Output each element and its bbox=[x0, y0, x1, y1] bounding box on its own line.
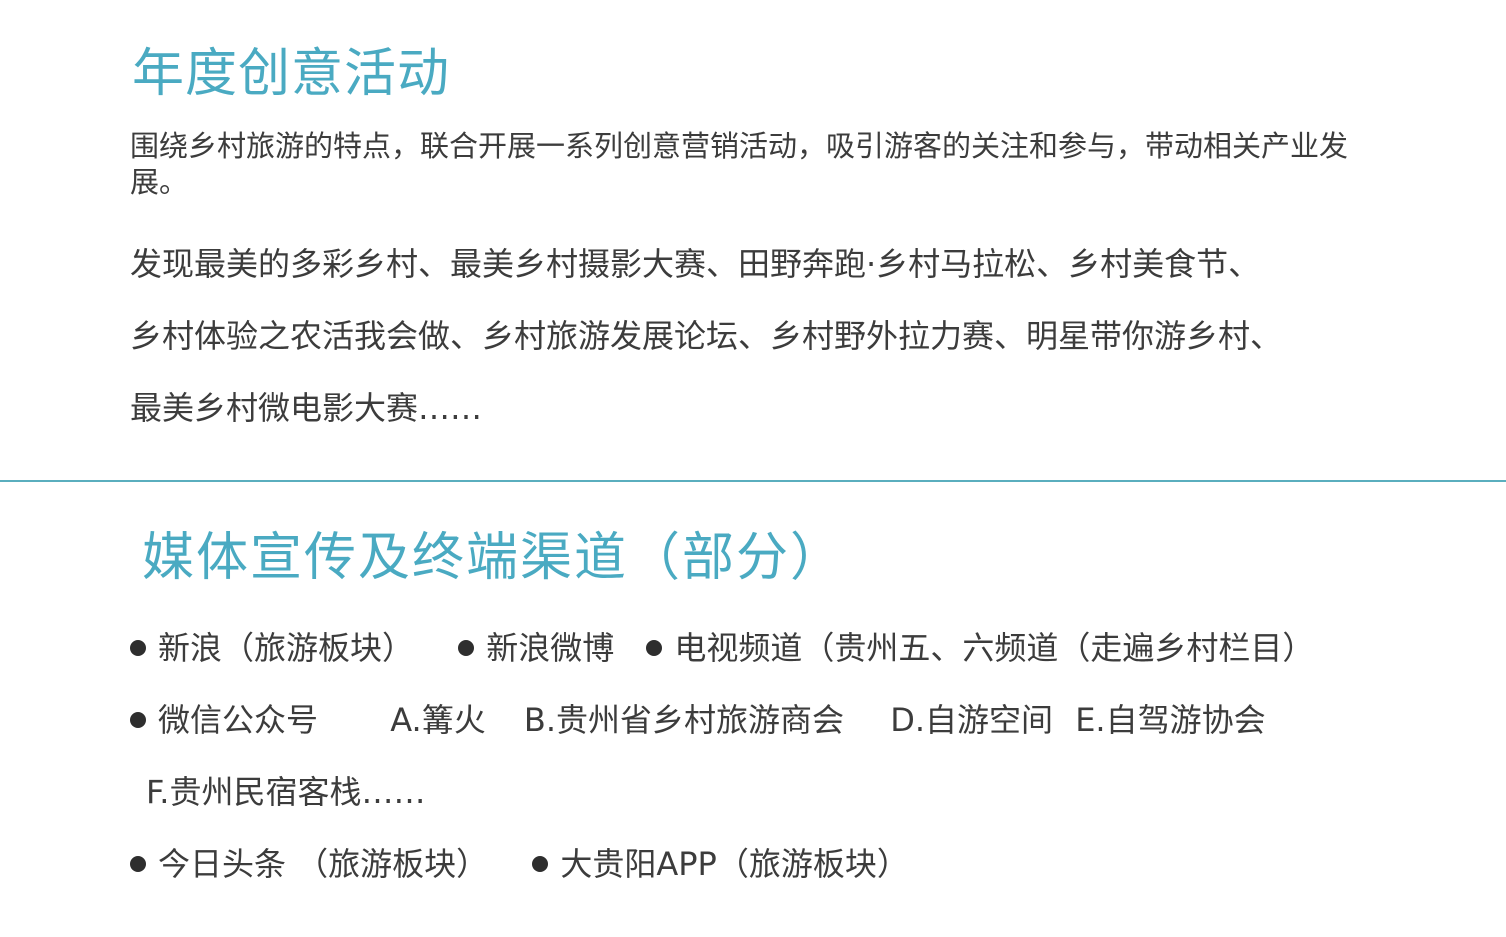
channel-weibo: 新浪微博 bbox=[486, 629, 615, 667]
channel-list-line: F.贵州民宿客栈…… bbox=[146, 772, 425, 812]
bullet-icon bbox=[130, 712, 146, 728]
wechat-account-a: A.篝火 bbox=[390, 701, 486, 739]
channel-toutiao: 今日头条 （旅游板块） bbox=[158, 845, 489, 883]
bullet-icon bbox=[532, 856, 549, 872]
event-list-line: 乡村体验之农活我会做、乡村旅游发展论坛、乡村野外拉力赛、明星带你游乡村、 bbox=[130, 317, 1283, 355]
event-list-line: 最美乡村微电影大赛…… bbox=[130, 389, 483, 427]
media-channels-title: 媒体宣传及终端渠道（部分） bbox=[142, 528, 845, 588]
annual-activities-intro: 围绕乡村旅游的特点，联合开展一系列创意营销活动，吸引游客的关注和参与，带动相关产… bbox=[130, 129, 1349, 199]
channel-list-line: 今日头条 （旅游板块） 大贵阳APP（旅游板块） bbox=[130, 844, 909, 884]
event-list-line: 发现最美的多彩乡村、最美乡村摄影大赛、田野奔跑·乡村马拉松、乡村美食节、 bbox=[130, 245, 1261, 283]
bullet-icon bbox=[458, 640, 475, 656]
bullet-icon bbox=[130, 856, 146, 872]
wechat-account-d: D.自游空间 bbox=[890, 701, 1054, 739]
channel-list-line: 新浪（旅游板块） 新浪微博 电视频道（贵州五、六频道（走遍乡村栏目） bbox=[130, 628, 1314, 668]
channel-wechat: 微信公众号 bbox=[158, 701, 319, 739]
wechat-account-f: F.贵州民宿客栈…… bbox=[146, 773, 426, 811]
channel-list-line: 微信公众号 A.篝火 B.贵州省乡村旅游商会 D.自游空间 E.自驾游协会 bbox=[130, 700, 1266, 740]
channel-guiyang-app: 大贵阳APP（旅游板块） bbox=[560, 845, 909, 883]
channel-sina: 新浪（旅游板块） bbox=[158, 629, 415, 667]
channel-tv: 电视频道（贵州五、六频道（走遍乡村栏目） bbox=[674, 629, 1315, 667]
annual-activities-title: 年度创意活动 bbox=[132, 44, 451, 104]
section-divider bbox=[0, 480, 1506, 482]
wechat-account-b: B.贵州省乡村旅游商会 bbox=[523, 701, 845, 739]
bullet-icon bbox=[130, 640, 146, 656]
bullet-icon bbox=[646, 640, 663, 656]
wechat-account-e: E.自驾游协会 bbox=[1075, 701, 1266, 739]
